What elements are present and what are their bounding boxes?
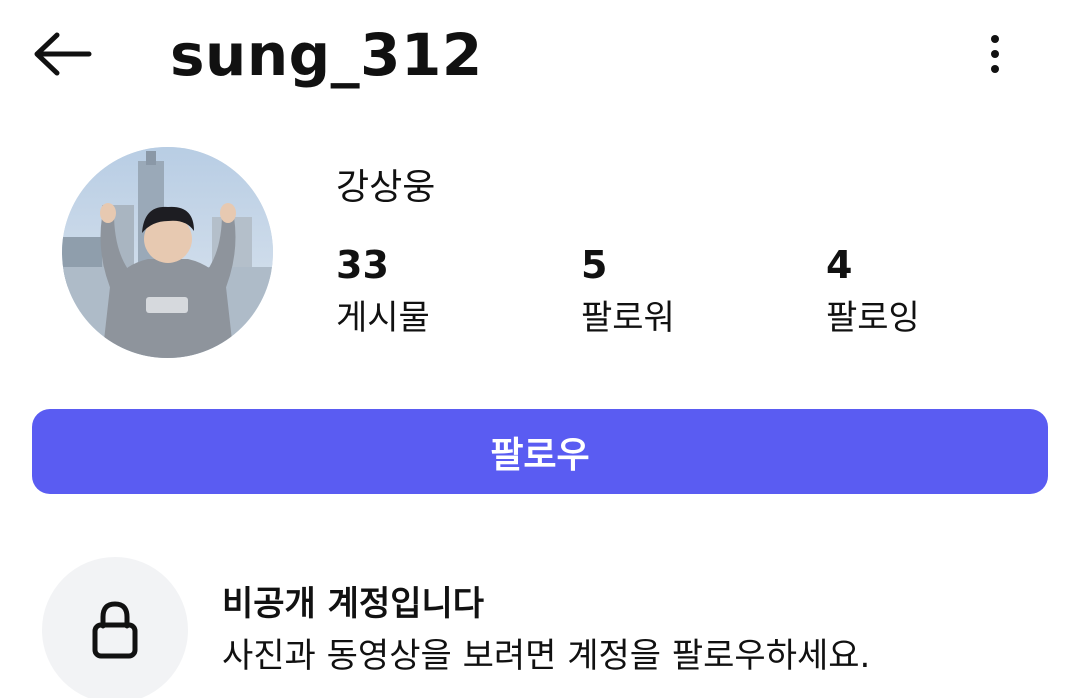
profile-page: sung_312 강상웅 33 게시물 5 팔로워 4 팔로잉 팔로우 비공개 … [0, 0, 1080, 698]
stat-followers-count: 5 [581, 243, 608, 287]
stat-following[interactable]: 4 팔로잉 [826, 242, 1026, 340]
stat-posts-label: 게시물 [336, 298, 430, 338]
more-options-button[interactable] [970, 26, 1020, 82]
follow-button[interactable]: 팔로우 [32, 409, 1048, 494]
private-account-subtitle: 사진과 동영상을 보려면 계정을 팔로우하세요. [222, 636, 871, 676]
more-vertical-icon-dot [991, 50, 999, 58]
display-name: 강상웅 [336, 167, 436, 208]
arrow-left-icon [34, 32, 92, 76]
lock-icon [92, 601, 138, 659]
stat-posts[interactable]: 33 게시물 [336, 242, 536, 340]
stat-following-count: 4 [826, 243, 853, 287]
private-account-title: 비공개 계정입니다 [222, 584, 485, 624]
avatar[interactable] [62, 147, 273, 358]
stat-followers[interactable]: 5 팔로워 [581, 242, 781, 340]
private-account-lock [42, 557, 188, 698]
more-vertical-icon-dot [991, 65, 999, 73]
page-title-username: sung_312 [170, 21, 483, 89]
back-button[interactable] [30, 26, 96, 82]
stat-following-label: 팔로잉 [826, 298, 920, 338]
more-vertical-icon [991, 35, 999, 43]
top-bar: sung_312 [0, 0, 1080, 112]
stat-followers-label: 팔로워 [581, 298, 675, 338]
profile-photo [62, 147, 273, 358]
stat-posts-count: 33 [336, 243, 389, 287]
